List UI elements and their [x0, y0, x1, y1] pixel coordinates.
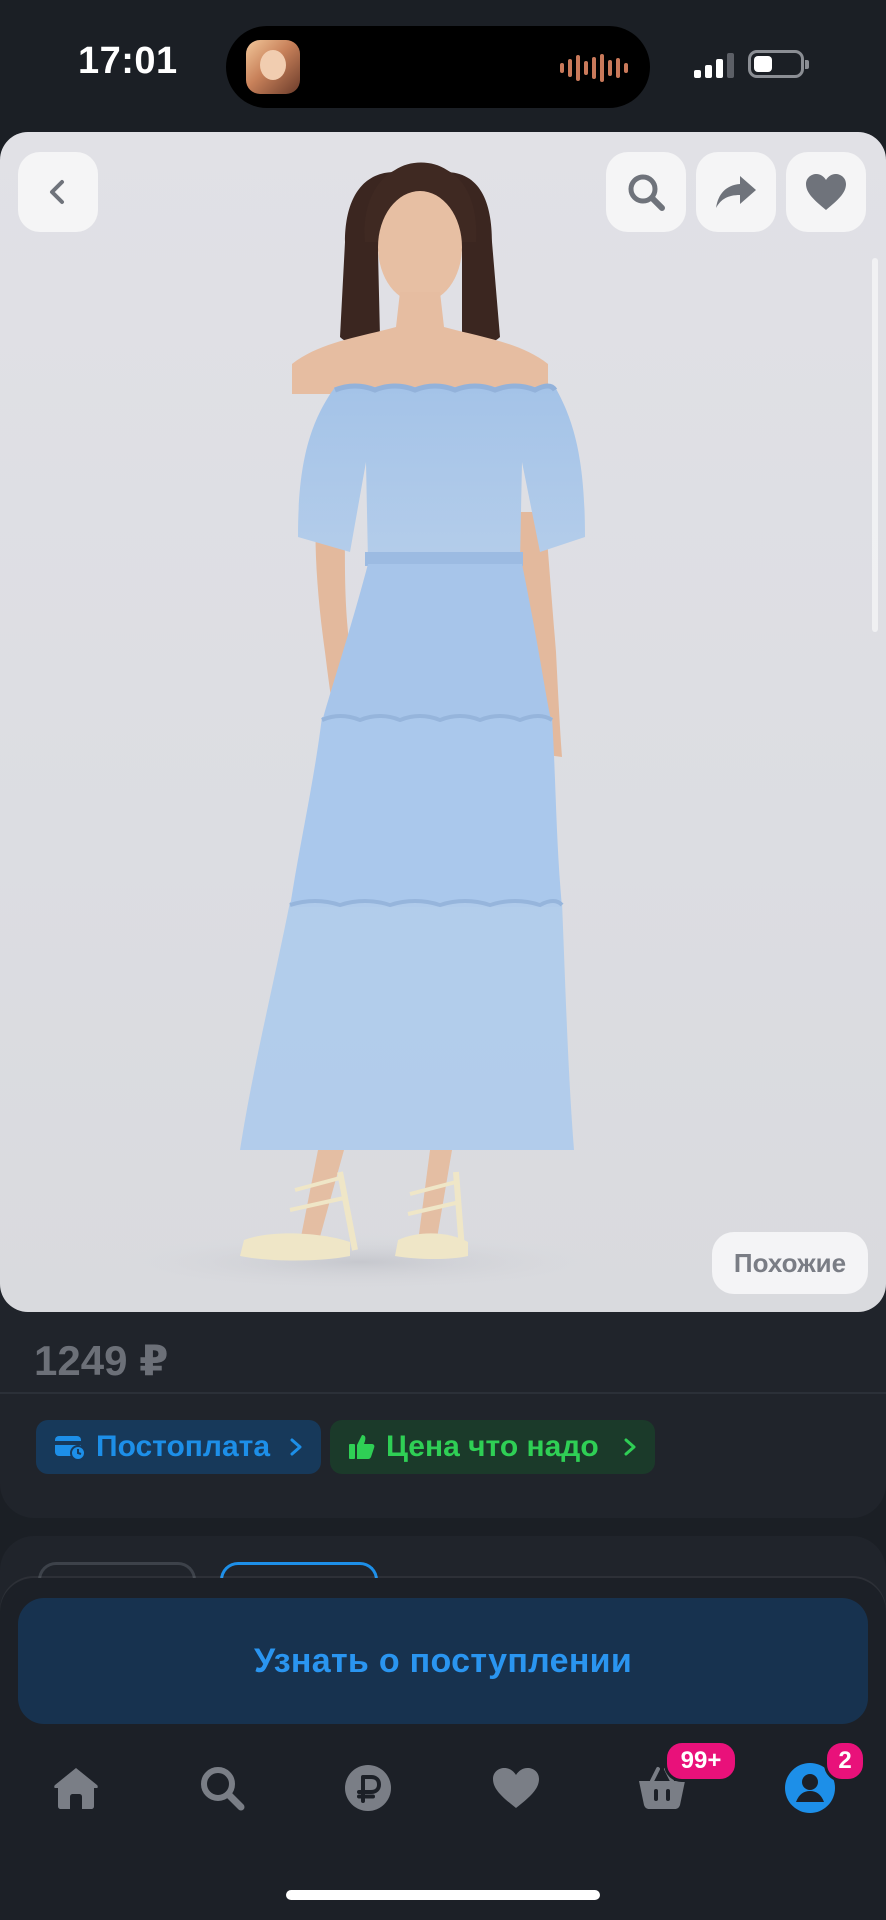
- ruble-icon: [345, 1765, 391, 1811]
- heart-icon: [493, 1768, 539, 1808]
- postpay-pill[interactable]: Постоплата: [36, 1420, 321, 1474]
- good-price-pill[interactable]: Цена что надо: [330, 1420, 655, 1474]
- home-indicator: [286, 1890, 600, 1900]
- tab-ruble[interactable]: [338, 1758, 398, 1818]
- chevron-right-icon: [289, 1437, 303, 1457]
- thumbs-up-icon: [348, 1433, 376, 1461]
- tab-search[interactable]: [192, 1758, 252, 1818]
- product-screen: 17:01 Похожие 1249 ₽ Постоплата Цена что…: [0, 0, 886, 1920]
- postpay-label: Постоплата: [96, 1430, 271, 1463]
- dynamic-island[interactable]: [226, 26, 650, 108]
- now-playing-artwork: [246, 40, 300, 94]
- chevron-left-icon: [50, 180, 64, 204]
- back-button[interactable]: [18, 152, 98, 232]
- product-price: 1249 ₽: [34, 1337, 169, 1384]
- battery-icon: [748, 50, 809, 78]
- tab-favorites[interactable]: [486, 1758, 546, 1818]
- scroll-indicator: [872, 258, 878, 632]
- divider: [0, 1392, 886, 1394]
- good-price-label: Цена что надо: [386, 1430, 599, 1463]
- status-time: 17:01: [78, 40, 178, 82]
- share-button[interactable]: [696, 152, 776, 232]
- product-photo: [100, 162, 620, 1292]
- tab-home[interactable]: [46, 1758, 106, 1818]
- search-button[interactable]: [606, 152, 686, 232]
- favorite-button[interactable]: [786, 152, 866, 232]
- cellular-signal-icon: [694, 52, 734, 78]
- audio-waveform-icon: [560, 54, 628, 82]
- home-icon: [54, 1768, 98, 1809]
- heart-icon: [806, 174, 846, 210]
- cart-badge: 99+: [664, 1740, 738, 1782]
- card-clock-icon: [54, 1433, 86, 1461]
- similar-items-button[interactable]: Похожие: [712, 1232, 868, 1294]
- price-panel: [0, 1290, 886, 1518]
- search-icon: [201, 1767, 245, 1811]
- notify-arrival-button[interactable]: Узнать о поступлении: [18, 1598, 868, 1724]
- product-image[interactable]: Похожие: [0, 132, 886, 1312]
- search-icon: [628, 174, 665, 211]
- chevron-right-icon: [623, 1437, 637, 1457]
- share-icon: [716, 176, 756, 208]
- status-bar: 17:01: [0, 0, 886, 130]
- profile-badge: 2: [824, 1740, 866, 1782]
